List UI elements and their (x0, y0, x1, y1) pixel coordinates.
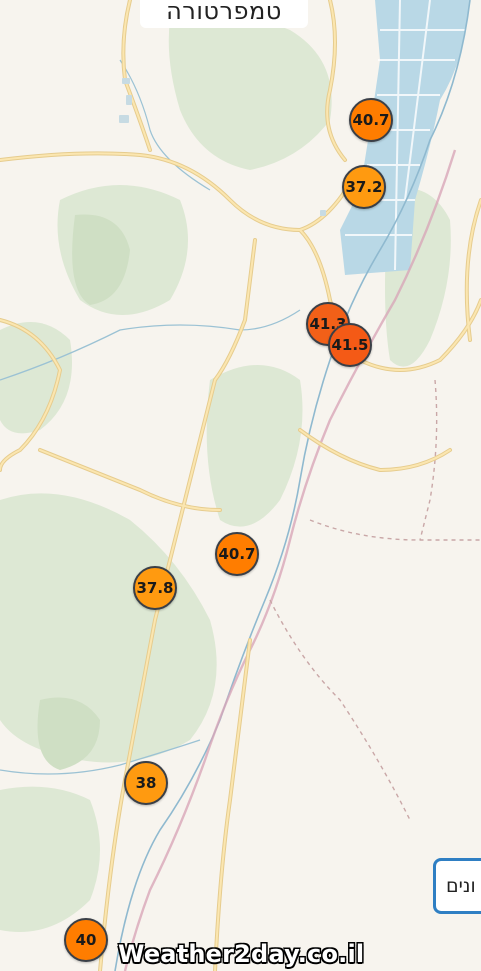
dashed-boundaries (269, 379, 481, 821)
temperature-marker[interactable]: 40 (64, 918, 108, 962)
map-canvas[interactable] (0, 0, 481, 971)
temperature-marker[interactable]: 40.7 (349, 98, 393, 142)
temperature-marker[interactable]: 38 (124, 761, 168, 805)
legend-button[interactable]: ונים (433, 858, 481, 914)
temperature-marker[interactable]: 37.8 (133, 566, 177, 610)
temperature-marker[interactable]: 37.2 (342, 165, 386, 209)
watermark: Weather2day.co.il (118, 940, 365, 968)
temperature-marker[interactable]: 40.7 (215, 532, 259, 576)
temperature-marker[interactable]: 41.5 (328, 323, 372, 367)
map-title: טמפרטורה (140, 0, 308, 28)
